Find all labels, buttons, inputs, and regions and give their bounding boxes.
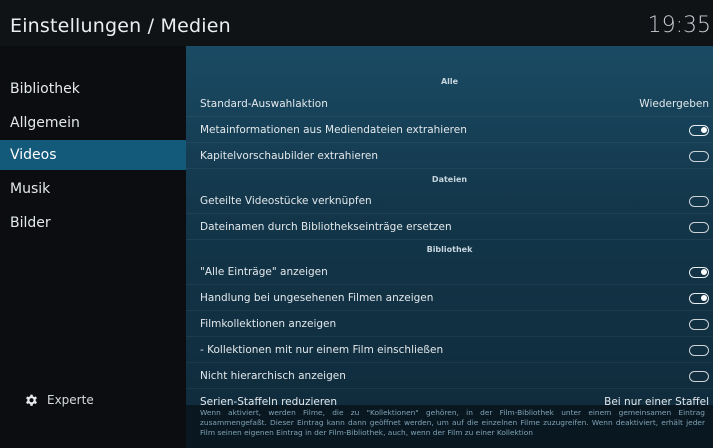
setting-row-chapter-thumbnails[interactable]: Kapitelvorschaubilder extrahieren (186, 143, 713, 169)
setting-row-replace-filenames[interactable]: Dateinamen durch Bibliothekseinträge ers… (186, 214, 713, 240)
setting-description-panel: Wenn aktiviert, werden Filme, die zu "Ko… (186, 405, 713, 448)
sidebar-item-allgemein[interactable]: Allgemein (0, 108, 186, 138)
sidebar-item-label: Allgemein (10, 115, 80, 131)
setting-label: Standard-Auswahlaktion (200, 98, 328, 110)
setting-row-stack-videos[interactable]: Geteilte Videostücke verknüpfen (186, 188, 713, 214)
toggle-switch-on[interactable] (689, 293, 709, 304)
section-header-dateien: Dateien (431, 175, 468, 184)
setting-row-single-movie-sets[interactable]: - Kollektionen mit nur einem Film einsch… (186, 337, 713, 363)
header-bar: Einstellungen / Medien 19:35 (0, 0, 713, 46)
page-title: Einstellungen / Medien (10, 15, 231, 37)
gear-icon (26, 394, 37, 406)
setting-label: Filmkollektionen anzeigen (200, 318, 337, 330)
toggle-switch-off[interactable] (689, 345, 709, 356)
setting-label: Kapitelvorschaubilder extrahieren (200, 150, 379, 162)
toggle-switch-off[interactable] (689, 371, 709, 382)
sidebar-item-label: Musik (10, 181, 51, 197)
toggle-switch-off[interactable] (689, 222, 709, 233)
toggle-switch-off[interactable] (689, 196, 709, 207)
sidebar-item-bibliothek[interactable]: Bibliothek (0, 74, 186, 104)
toggle-switch-on[interactable] (689, 267, 709, 278)
setting-label: Nicht hierarchisch anzeigen (200, 370, 346, 382)
setting-row-show-all-items[interactable]: "Alle Einträge" anzeigen (186, 259, 713, 285)
sidebar-item-bilder[interactable]: Bilder (0, 208, 186, 238)
setting-value: Wiedergeben (639, 98, 709, 110)
section-header-alle: Alle (440, 77, 459, 86)
toggle-switch-off[interactable] (689, 319, 709, 330)
sidebar-item-label: Bilder (10, 215, 51, 231)
settings-level-button[interactable]: Experte (24, 390, 94, 410)
toggle-switch-on[interactable] (689, 125, 709, 136)
setting-row-default-select-action[interactable]: Standard-Auswahlaktion Wiedergeben (186, 91, 713, 117)
sidebar-item-label: Videos (10, 147, 57, 163)
setting-label: Metainformationen aus Mediendateien extr… (200, 124, 467, 136)
sidebar: Bibliothek Allgemein Videos Musik Bilder (0, 46, 186, 448)
setting-row-show-plot-unwatched[interactable]: Handlung bei ungesehenen Filmen anzeigen (186, 285, 713, 311)
settings-panel: Alle Standard-Auswahlaktion Wiedergeben … (186, 46, 713, 448)
settings-level-label: Experte (47, 393, 94, 407)
toggle-switch-off[interactable] (689, 151, 709, 162)
setting-row-extract-metadata[interactable]: Metainformationen aus Mediendateien extr… (186, 117, 713, 143)
clock: 19:35 (647, 13, 711, 38)
sidebar-item-label: Bibliothek (10, 81, 80, 97)
setting-label: Geteilte Videostücke verknüpfen (200, 195, 372, 207)
setting-row-movie-sets[interactable]: Filmkollektionen anzeigen (186, 311, 713, 337)
setting-row-flatten[interactable]: Nicht hierarchisch anzeigen (186, 363, 713, 389)
sidebar-item-videos[interactable]: Videos (0, 140, 186, 170)
sidebar-item-musik[interactable]: Musik (0, 174, 186, 204)
setting-label: Dateinamen durch Bibliothekseinträge ers… (200, 221, 452, 233)
setting-description: Wenn aktiviert, werden Filme, die zu "Ko… (200, 408, 705, 437)
setting-label: "Alle Einträge" anzeigen (200, 266, 328, 278)
setting-label: - Kollektionen mit nur einem Film einsch… (200, 344, 444, 356)
setting-label: Handlung bei ungesehenen Filmen anzeigen (200, 292, 434, 304)
section-header-bibliothek: Bibliothek (426, 245, 473, 254)
